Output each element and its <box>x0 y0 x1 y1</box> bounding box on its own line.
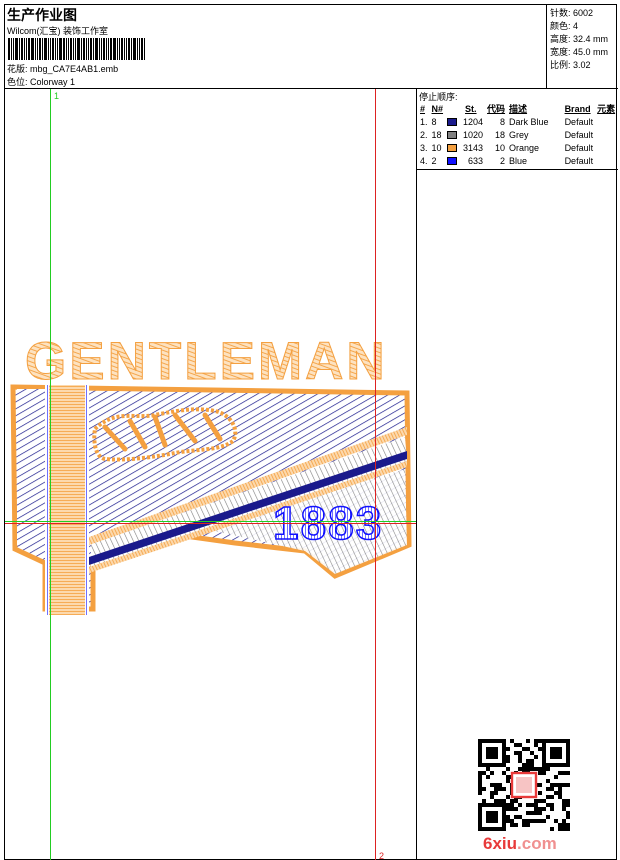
row-code: 8 <box>500 116 506 127</box>
row-code: 10 <box>495 142 506 153</box>
stat-height: 高度: 32.4 mm <box>550 34 609 44</box>
row-stitches: 633 <box>445 154 485 167</box>
design-file-name: mbg_CA7E4AB1.emb <box>30 64 119 74</box>
color-swatch <box>447 144 458 153</box>
row-stitches: 1020 <box>445 128 485 141</box>
stat-colors: 颜色: 4 <box>550 21 579 31</box>
watermark-logo: 6xiu.com <box>483 834 557 853</box>
left-flap <box>17 389 45 557</box>
production-sheet: 生产作业图 Wilcom(汇宝) 装饰工作室 花版: mbg_CA7E4AB1.… <box>4 4 618 860</box>
company-name: Wilcom(汇宝) 装饰工作室 <box>7 26 108 36</box>
row-description: Orange <box>509 142 540 153</box>
qr-code <box>478 739 570 831</box>
stop-sequence-panel: 停止顺序: # N# St. 代码 描述 Brand 元素 1. 8 1204 8 Da… <box>417 89 618 170</box>
row-stitches: 1204 <box>445 115 485 128</box>
color-swatch <box>447 118 458 127</box>
row-description: Blue <box>509 155 528 166</box>
row-element <box>595 141 617 154</box>
table-row: 1. 8 1204 8 Dark Blue Default <box>418 115 617 128</box>
stop-sequence-table: # N# St. 代码 描述 Brand 元素 1. 8 1204 8 Dark Blu… <box>418 102 617 167</box>
row-index: 1. <box>420 116 428 127</box>
row-code: 2 <box>500 155 506 166</box>
row-element <box>595 115 617 128</box>
table-row: 3. 10 3143 10 Orange Default <box>418 141 617 154</box>
design-stats: 针数: 6002 颜色: 4 高度: 32.4 mm 宽度: 45.0 mm 比… <box>547 5 618 89</box>
guide-label-1: 1 <box>54 91 60 101</box>
row-code: 18 <box>495 129 506 140</box>
left-ribbon <box>47 385 87 615</box>
barcode <box>8 38 166 60</box>
row-needle: 2 <box>431 155 437 166</box>
row-brand: Default <box>564 116 594 127</box>
left-ribbon-edge-right <box>85 385 89 615</box>
row-index: 3. <box>420 142 428 153</box>
row-brand: Default <box>564 129 594 140</box>
table-row: 4. 2 633 2 Blue Default <box>418 154 617 167</box>
table-header: # N# St. 代码 描述 Brand 元素 <box>420 103 616 115</box>
row-brand: Default <box>564 142 594 153</box>
table-row: 2. 18 1020 18 Grey Default <box>418 128 617 141</box>
gentleman-text: GENTLEMAN <box>25 332 388 391</box>
green-vertical-guide <box>50 89 51 860</box>
row-element <box>595 154 617 167</box>
color-swatch <box>447 131 458 140</box>
row-brand: Default <box>564 155 594 166</box>
row-stitches: 3143 <box>445 141 485 154</box>
stat-scale: 比例: 3.02 <box>550 60 591 70</box>
stat-width: 宽度: 45.0 mm <box>550 47 609 57</box>
row-needle: 18 <box>431 129 442 140</box>
colorway-label: 色位: <box>7 77 28 87</box>
header-info: 生产作业图 Wilcom(汇宝) 装饰工作室 花版: mbg_CA7E4AB1.… <box>5 5 547 89</box>
embroidery-preview: GENTLEMAN 1883 <box>10 332 412 615</box>
color-swatch <box>447 157 458 166</box>
green-horizontal-guide <box>5 521 416 522</box>
red-horizontal-guide <box>5 523 416 524</box>
row-needle: 10 <box>431 142 442 153</box>
colorway-name: Colorway 1 <box>30 77 76 87</box>
row-index: 4. <box>420 155 428 166</box>
design-canvas[interactable]: GENTLEMAN 1883 1 2 <box>5 89 417 860</box>
row-needle: 8 <box>431 116 437 127</box>
sheet-title: 生产作业图 <box>7 8 77 24</box>
left-ribbon-edge-left <box>45 385 49 615</box>
design-file-row: 花版: mbg_CA7E4AB1.emb <box>7 62 118 75</box>
row-index: 2. <box>420 129 428 140</box>
colorway-row: 色位: Colorway 1 <box>7 75 75 88</box>
stat-stitches: 针数: 6002 <box>550 8 594 18</box>
design-file-label: 花版: <box>7 64 28 74</box>
guide-label-2: 2 <box>379 851 385 860</box>
red-vertical-guide <box>375 89 376 860</box>
row-description: Grey <box>509 129 529 140</box>
row-element <box>595 128 617 141</box>
row-description: Dark Blue <box>509 116 549 127</box>
